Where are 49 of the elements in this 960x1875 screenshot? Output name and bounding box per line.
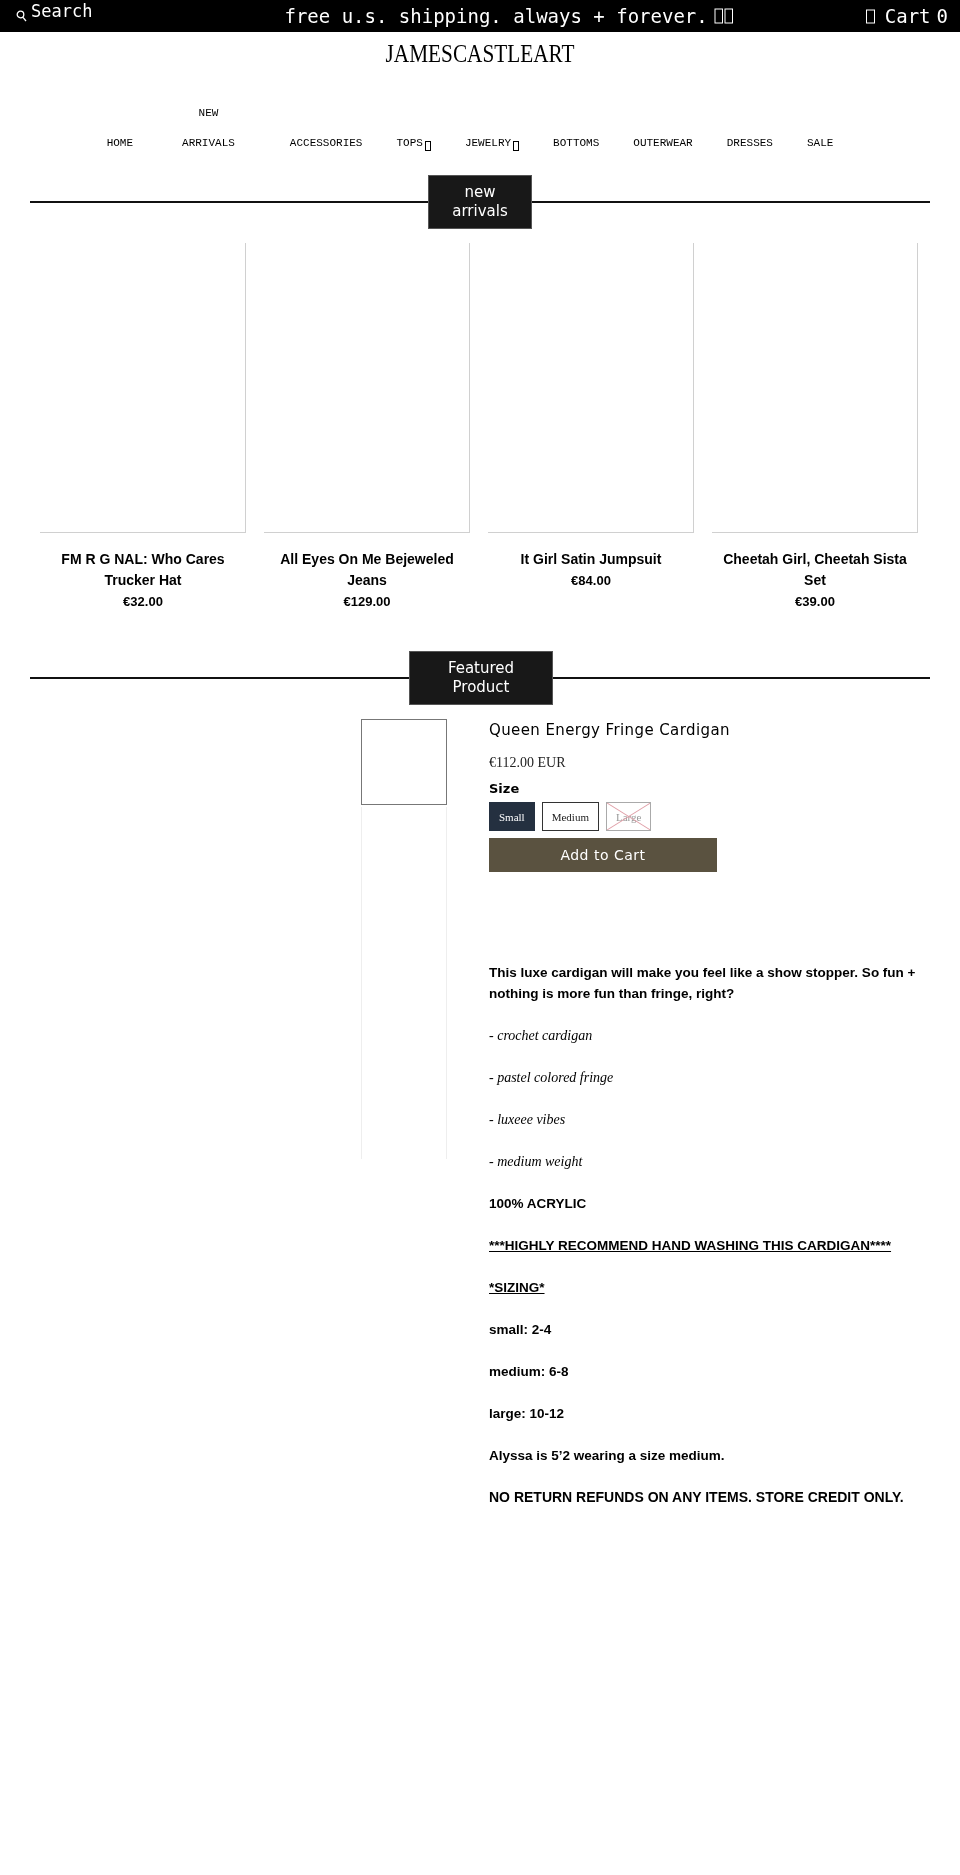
cart-link[interactable]: Cart 0 [865, 5, 948, 27]
image-frame[interactable] [712, 243, 918, 533]
product-price: €39.00 [794, 594, 836, 609]
nav-link[interactable]: ACCESSORIES [272, 128, 380, 158]
description-paragraph: - crochet cardigan [489, 1027, 594, 1045]
section-heading: new arrivals [428, 175, 532, 229]
nav-link[interactable]: NEW ARRIVALS [150, 98, 273, 158]
description-paragraph: medium: 6-8 [489, 1363, 570, 1381]
size-option[interactable]: Small [489, 802, 535, 831]
announcement-text: free u.s. shipping. always + forever. [284, 5, 708, 27]
size-label: Size [489, 781, 521, 796]
missing-glyph-icon [713, 8, 734, 24]
description-paragraph: ***HIGHLY RECOMMEND HAND WASHING THIS CARDIGAN**** [489, 1237, 893, 1255]
description-paragraph: - pastel colored fringe [489, 1069, 615, 1087]
add-to-cart-button[interactable]: Add to Cart [489, 838, 717, 872]
product-title: Queen Energy Fringe Cardigan [489, 721, 731, 739]
nav-link[interactable]: JEWELRY [447, 128, 537, 158]
description-paragraph: large: 10-12 [489, 1405, 566, 1423]
nav-link[interactable]: BOTTOMS [536, 128, 617, 158]
nav-link[interactable]: TOPS [379, 128, 448, 158]
description-paragraph: NO RETURN REFUNDS ON ANY ITEMS. STORE CREDIT ONLY. [489, 1488, 905, 1507]
nav-link[interactable]: DRESSES [709, 128, 790, 158]
product-title[interactable]: Cheetah Girl, Cheetah Sista Set [716, 549, 914, 591]
size-option[interactable]: Medium [541, 802, 599, 831]
search-link[interactable]: Search [16, 0, 93, 22]
product-title[interactable]: It Girl Satin Jumpsuit [492, 549, 690, 570]
product-title[interactable]: All Eyes On Me Bejeweled Jeans [268, 549, 466, 591]
product-price: €32.00 [122, 594, 164, 609]
nav-link[interactable]: HOME [89, 128, 151, 158]
description-paragraph: *SIZING* [489, 1279, 546, 1297]
thumbnail-frame[interactable] [361, 719, 447, 805]
product-title[interactable]: FM R G NAL: Who Cares Trucker Hat [44, 549, 242, 591]
product-price: €129.00 [342, 594, 392, 609]
search-icon [16, 10, 27, 22]
product-price: €112.00 EUR [489, 755, 567, 771]
store-logo[interactable]: JAMESCASTLEART [72, 32, 888, 68]
image-frame[interactable] [488, 243, 694, 533]
product-price: €84.00 [570, 573, 612, 588]
description-paragraph: small: 2-4 [489, 1321, 553, 1339]
description-paragraph: Alyssa is 5’2 wearing a size medium. [489, 1447, 726, 1465]
section-heading: Featured Product [409, 651, 553, 705]
description-paragraph: - luxeee vibes [489, 1111, 567, 1129]
nav-link[interactable]: SALE [789, 128, 851, 158]
image-frame[interactable] [40, 243, 246, 533]
description-paragraph: 100% ACRYLIC [489, 1195, 588, 1213]
description-paragraph: - medium weight [489, 1153, 584, 1171]
nav-link[interactable]: OUTERWEAR [616, 128, 710, 158]
image-frame[interactable] [264, 243, 470, 533]
description-paragraph: This luxe cardigan will make you feel like a show stopper. So fun + nothing is more fun than fringe, right? [489, 964, 917, 1003]
